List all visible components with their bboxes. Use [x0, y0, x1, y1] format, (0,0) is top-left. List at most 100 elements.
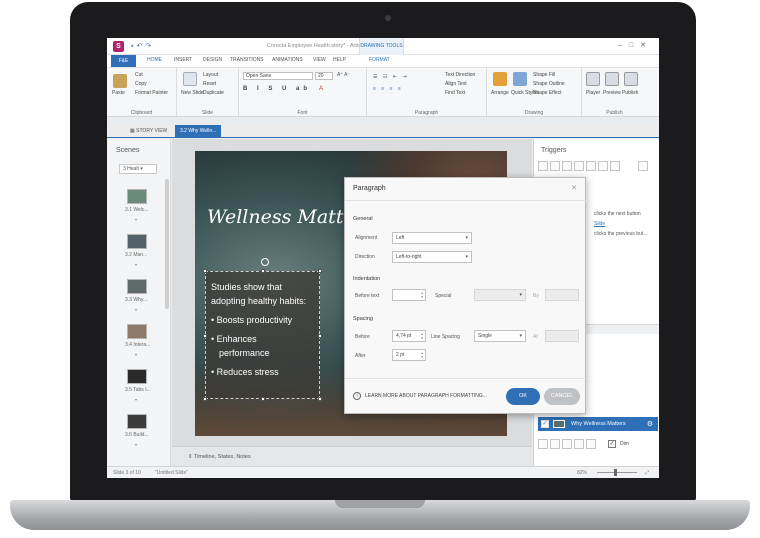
- trigger-line[interactable]: clicks the next button: [594, 211, 641, 217]
- direction-select[interactable]: Left-to-right ▾: [392, 251, 472, 263]
- resize-handle[interactable]: [203, 269, 207, 273]
- tab-insert[interactable]: INSERT: [174, 57, 192, 63]
- move-up-icon[interactable]: [598, 161, 608, 171]
- redo-icon[interactable]: ↷: [145, 43, 154, 50]
- cut-button[interactable]: Cut: [135, 72, 143, 78]
- special-select[interactable]: ▾: [474, 289, 526, 301]
- align-text-button[interactable]: Align Text: [445, 81, 467, 87]
- copy-trigger-icon[interactable]: [562, 161, 572, 171]
- font-style-buttons[interactable]: B I S U ab: [243, 86, 311, 92]
- zoom-slider-thumb[interactable]: [614, 469, 617, 476]
- arrange-icon[interactable]: [493, 72, 507, 86]
- player-icon[interactable]: [586, 72, 600, 86]
- font-grow-icon[interactable]: A⁺ A⁻: [337, 72, 350, 78]
- scene-thumbnail[interactable]: [127, 234, 147, 249]
- scene-thumbnail[interactable]: [127, 414, 147, 429]
- player-button[interactable]: Player: [586, 90, 600, 96]
- duplicate-button[interactable]: Duplicate: [203, 90, 224, 96]
- tab-story-view[interactable]: ▦ STORY VIEW: [125, 125, 172, 138]
- find-text-button[interactable]: Find Text: [445, 90, 465, 96]
- resize-handle[interactable]: [203, 397, 207, 401]
- layer-row-selected[interactable]: ✓ Why Wellness Matters ⚙: [538, 417, 658, 431]
- before-text-input[interactable]: ▴ ▾: [392, 289, 426, 301]
- slide-title[interactable]: Wellness Matte: [207, 206, 355, 228]
- tab-design[interactable]: DESIGN: [203, 57, 222, 63]
- scenes-scrollbar[interactable]: [165, 179, 169, 309]
- paste-trigger-icon[interactable]: [574, 161, 584, 171]
- font-size-select[interactable]: 20: [315, 72, 333, 80]
- dim-checkbox[interactable]: ✓: [608, 440, 616, 448]
- resize-handle[interactable]: [318, 269, 322, 273]
- move-down-icon[interactable]: [610, 161, 620, 171]
- close-icon[interactable]: ✕: [571, 184, 577, 192]
- before-spacing-input[interactable]: 4,74 pt ▴ ▾: [392, 330, 426, 342]
- cancel-button[interactable]: CANCEL: [544, 388, 580, 405]
- shape-outline-button[interactable]: Shape Outline: [533, 81, 565, 87]
- shape-fill-button[interactable]: Shape Fill: [533, 72, 555, 78]
- trigger-link[interactable]: Slide: [594, 221, 605, 227]
- text-direction-button[interactable]: Text Direction: [445, 72, 475, 78]
- tab-current-slide[interactable]: 3.2 Why Welln...: [175, 125, 222, 138]
- delete-layer-icon[interactable]: [562, 439, 572, 449]
- new-layer-icon[interactable]: [538, 439, 548, 449]
- list-buttons[interactable]: ☰ ☷ ⇤ ⇥: [373, 74, 409, 80]
- preview-icon[interactable]: [605, 72, 619, 86]
- resize-handle[interactable]: [261, 397, 265, 401]
- spinner-icon[interactable]: ▴ ▾: [421, 351, 423, 359]
- edit-trigger-icon[interactable]: [550, 161, 560, 171]
- quick-styles-icon[interactable]: [513, 72, 527, 86]
- checkbox-icon[interactable]: ✓: [541, 420, 549, 428]
- scene-thumbnail[interactable]: [127, 324, 147, 339]
- tab-view[interactable]: VIEW: [313, 57, 326, 63]
- at-input[interactable]: [545, 330, 579, 342]
- scene-thumbnail[interactable]: [127, 369, 147, 384]
- tab-animations[interactable]: ANIMATIONS: [272, 57, 303, 63]
- layer-down-icon[interactable]: [586, 439, 596, 449]
- tab-transitions[interactable]: TRANSITIONS: [230, 57, 264, 63]
- scene-select[interactable]: 3 Healt ▾: [119, 164, 157, 174]
- resize-handle[interactable]: [318, 334, 322, 338]
- paste-icon[interactable]: [113, 74, 127, 88]
- copy-button[interactable]: Copy: [135, 81, 147, 87]
- delete-trigger-icon[interactable]: [586, 161, 596, 171]
- tab-home[interactable]: HOME: [147, 57, 162, 63]
- scene-thumbnail[interactable]: [127, 189, 147, 204]
- shape-effect-button[interactable]: Shape Effect: [533, 90, 562, 96]
- font-name-select[interactable]: Open Sans: [243, 72, 313, 80]
- format-painter-button[interactable]: Format Painter: [135, 90, 168, 96]
- ok-button[interactable]: OK: [506, 388, 540, 405]
- arrange-button[interactable]: Arrange: [491, 90, 509, 96]
- maximize-icon[interactable]: □: [629, 42, 640, 49]
- gear-icon[interactable]: ⚙: [647, 420, 653, 428]
- layout-button[interactable]: Layout: [203, 72, 218, 78]
- new-slide-button[interactable]: New Slide: [181, 90, 204, 96]
- alignment-select[interactable]: Left ▾: [392, 232, 472, 244]
- paste-button[interactable]: Paste: [112, 90, 125, 96]
- tab-file[interactable]: F&E: [111, 55, 136, 67]
- fit-icon[interactable]: ⤢: [645, 470, 649, 476]
- layer-up-icon[interactable]: [574, 439, 584, 449]
- learn-more-link[interactable]: LEARN MORE ABOUT PARAGRAPH FORMATTING...: [365, 393, 487, 399]
- align-buttons[interactable]: ≡ ≡ ≡ ≡: [373, 86, 403, 92]
- body-text-box[interactable]: Studies show that adopting healthy habit…: [203, 258, 322, 401]
- timeline-bar[interactable]: ⇕ Timeline, States, Notes: [172, 446, 532, 466]
- resize-handle[interactable]: [318, 397, 322, 401]
- triggers-menu-icon[interactable]: [638, 161, 648, 171]
- spinner-icon[interactable]: ▴ ▾: [421, 291, 423, 299]
- new-trigger-icon[interactable]: [538, 161, 548, 171]
- after-spacing-input[interactable]: 2 pt ▴ ▾: [392, 349, 426, 361]
- publish-button[interactable]: Publish: [622, 90, 638, 96]
- publish-icon[interactable]: [624, 72, 638, 86]
- by-input[interactable]: [545, 289, 579, 301]
- reset-button[interactable]: Reset: [203, 81, 216, 87]
- font-color-icon[interactable]: A: [319, 86, 323, 92]
- resize-handle[interactable]: [261, 269, 265, 273]
- minimize-icon[interactable]: –: [618, 42, 629, 49]
- resize-handle[interactable]: [203, 334, 207, 338]
- trigger-line[interactable]: clicks the previous but...: [594, 231, 647, 237]
- scene-thumbnail[interactable]: [127, 279, 147, 294]
- new-slide-icon[interactable]: [183, 72, 197, 86]
- preview-button[interactable]: Preview: [603, 90, 621, 96]
- duplicate-layer-icon[interactable]: [550, 439, 560, 449]
- close-icon[interactable]: ✕: [640, 42, 653, 49]
